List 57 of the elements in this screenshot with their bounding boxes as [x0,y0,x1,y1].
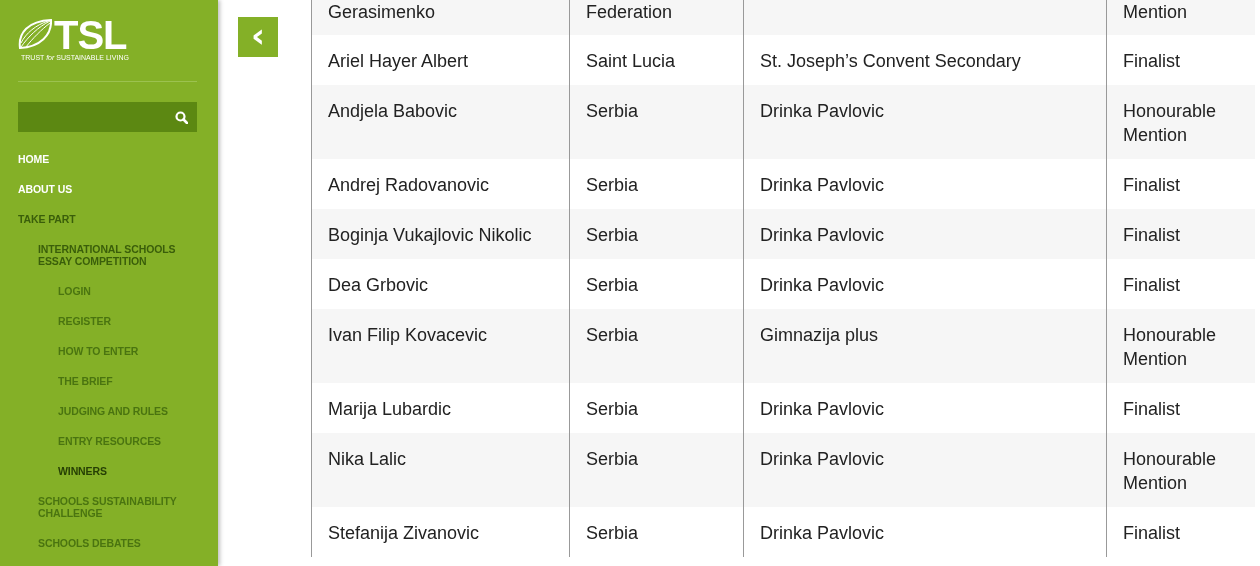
leaf-logo-icon [18,19,52,49]
table-cell: Finalist [1123,175,1180,195]
nav-link[interactable]: THE BRIEF [18,371,197,401]
table-cell: Dea Grbovic [328,275,429,295]
table-cell: Serbia [586,325,639,345]
nav-link[interactable]: SCHOOLS DEBATES [18,533,197,563]
table-cell: Honourable Mention [1123,101,1217,145]
table-cell: Honourable Mention [1123,449,1217,493]
table-cell: Finalist [1123,51,1180,71]
nav-link[interactable]: TAKE PART [18,209,197,239]
table-cell: Ariel Hayer Albert [328,51,469,71]
table-cell: Stefanija Zivanovic [328,523,480,543]
table-cell: Federation [586,2,673,22]
table-cell: Serbia [586,523,639,543]
search-icon[interactable] [175,110,188,124]
table-cell: Nika Lalic [328,449,407,469]
table-cell: Finalist [1123,523,1180,543]
table-cell: Drinka Pavlovic [760,399,885,419]
table-cell: Drinka Pavlovic [760,225,885,245]
nav-link[interactable]: LOGIN [18,281,197,311]
table-cell: Honourable Mention [1123,325,1217,369]
table-cell: Serbia [586,225,639,245]
table-cell: Finalist [1123,275,1180,295]
nav-link[interactable]: INTERNATIONAL SCHOOLS ESSAY COMPETITION [18,239,197,281]
nav-link[interactable]: ENTRY RESOURCES [18,431,197,461]
table-cell: Drinka Pavlovic [760,275,885,295]
nav-link[interactable]: HOME [18,149,197,179]
nav-link[interactable]: ABOUT US [18,179,197,209]
table-cell: Finalist [1123,399,1180,419]
nav-link[interactable]: WINNERS [18,461,197,491]
table-cell: Drinka Pavlovic [760,101,885,121]
table-cell: Finalist [1123,225,1180,245]
nav-link[interactable]: HOW TO ENTER [18,341,197,371]
nav-link[interactable]: SCHOOLS SUSTAINABILITY CHALLENGE [18,491,197,533]
table-cell: Gimnazija plus [760,325,879,345]
nav-link[interactable]: REGISTER [18,311,197,341]
table-cell: Gerasimenko [328,2,436,22]
table-cell: Serbia [586,275,639,295]
table-cell: Boginja Vukajlovic Nikolic [328,225,532,245]
table-cell: Drinka Pavlovic [760,523,885,543]
table-cell: St. Joseph’s Convent Secondary [760,51,1021,71]
table-cell: Serbia [586,449,639,469]
nav-link[interactable]: JUDGING AND RULES [18,401,197,431]
table-cell: Serbia [586,175,639,195]
logo-wordmark: TSL [54,18,127,52]
table-cell: Drinka Pavlovic [760,175,885,195]
table-cell: Mention [1123,2,1188,22]
table-cell: Serbia [586,399,639,419]
back-button[interactable]: ‹ [238,17,278,57]
table-cell: Ivan Filip Kovacevic [328,325,488,345]
table-cell: Drinka Pavlovic [760,449,885,469]
table-cell: Marija Lubardic [328,399,452,419]
table-cell: Saint Lucia [586,51,676,71]
search-field[interactable] [18,102,197,132]
table-cell: Andrej Radovanovic [328,175,490,195]
table-cell: Serbia [586,101,639,121]
table-cell: Andjela Babovic [328,101,458,121]
